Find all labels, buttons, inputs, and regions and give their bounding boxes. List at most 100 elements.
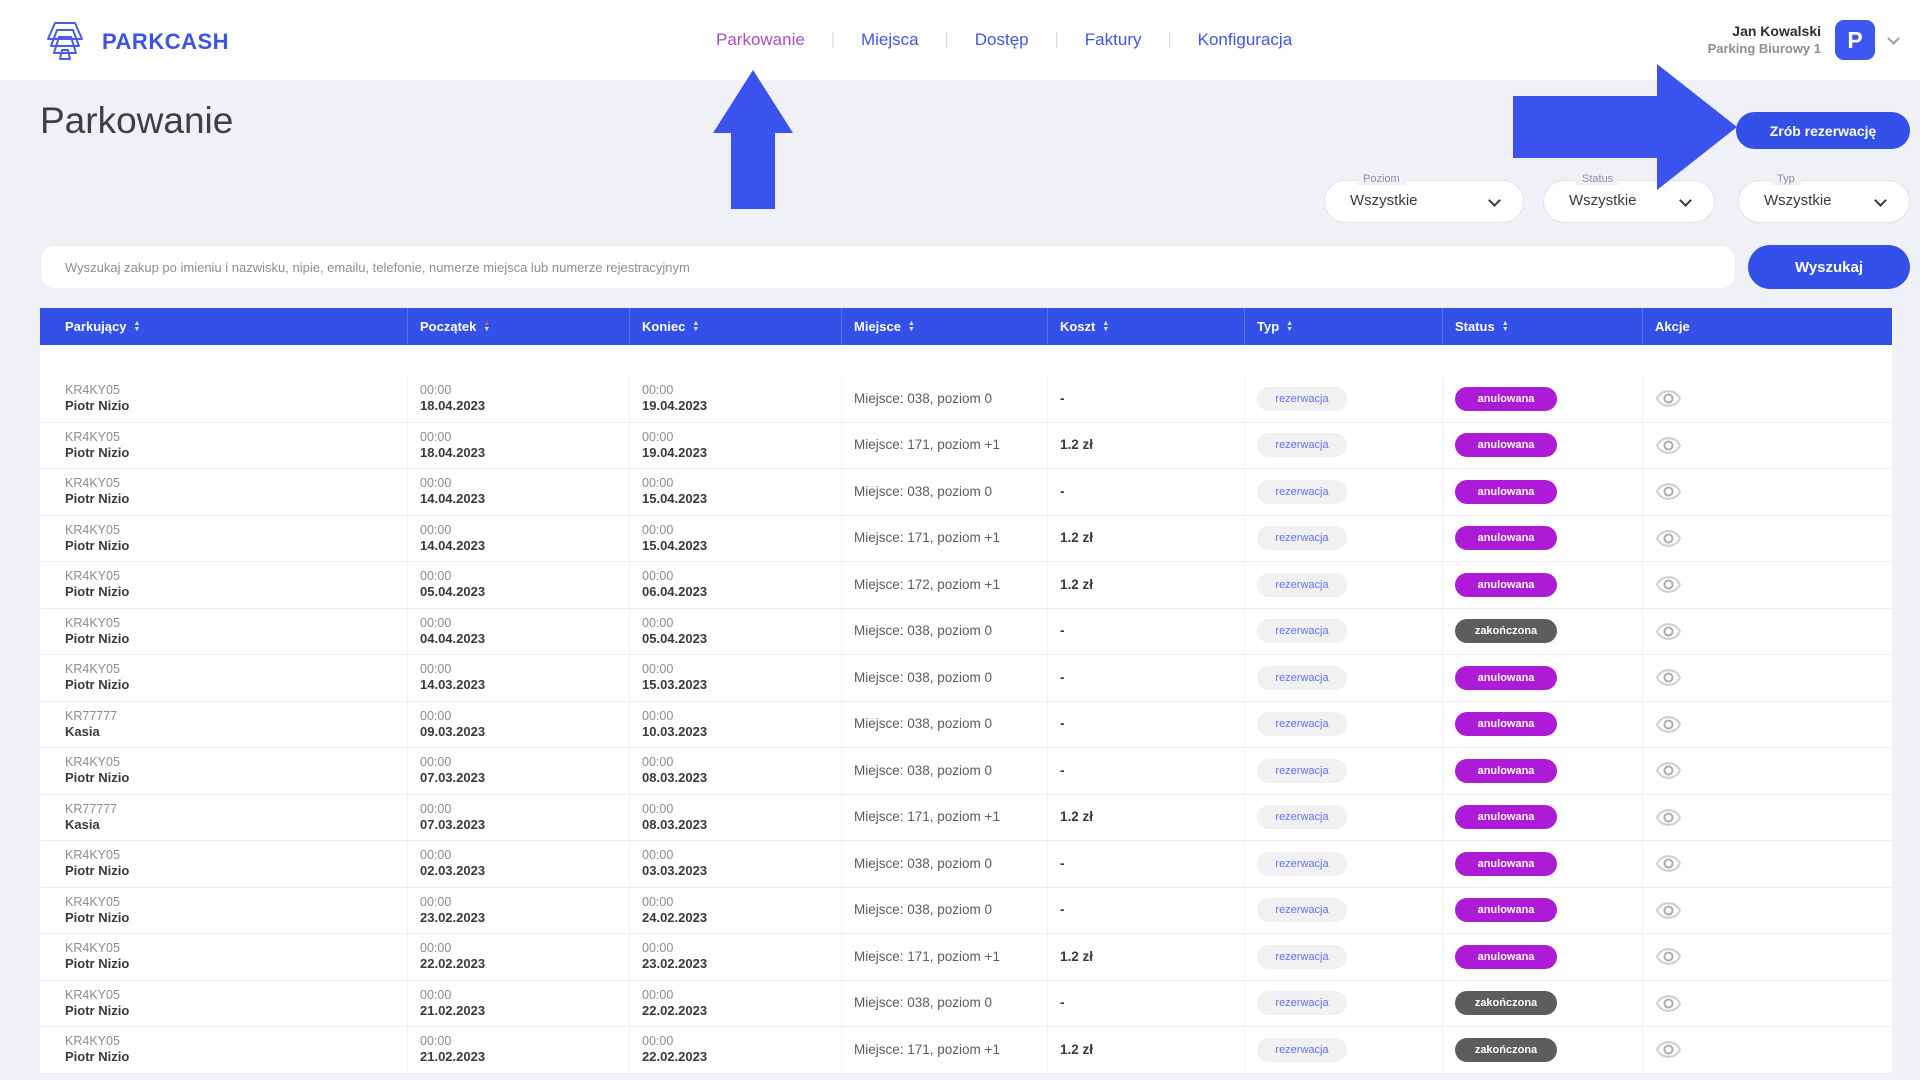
- column-header-pocztek[interactable]: Początek▲▼: [408, 308, 630, 345]
- view-details-eye-icon[interactable]: [1655, 897, 1685, 924]
- make-reservation-button[interactable]: Zrób rezerwację: [1736, 112, 1910, 149]
- parking-table: Parkujący▲▼Początek▲▼Koniec▲▼Miejsce▲▼Ko…: [40, 308, 1892, 1074]
- parkcash-logo-icon: [40, 17, 90, 66]
- filter-label: Poziom: [1357, 173, 1406, 185]
- cell-akcje: [1643, 981, 1892, 1027]
- cell-akcje: [1643, 702, 1892, 748]
- cell-koszt: -: [1048, 748, 1245, 794]
- view-details-eye-icon[interactable]: [1655, 711, 1685, 738]
- cell-status: anulowana: [1443, 702, 1643, 748]
- nav-item-miejsca[interactable]: Miejsca: [835, 30, 945, 50]
- column-header-status[interactable]: Status▲▼: [1443, 308, 1643, 345]
- cell-poczatek: 00:0022.02.2023: [408, 934, 630, 980]
- view-details-eye-icon[interactable]: [1655, 757, 1685, 784]
- cell-akcje: [1643, 562, 1892, 608]
- nav-item-dostp[interactable]: Dostęp: [949, 30, 1055, 50]
- cell-parkujacy: KR4KY05Piotr Nizio: [40, 516, 408, 562]
- cell-typ: rezerwacja: [1245, 609, 1443, 655]
- view-details-eye-icon[interactable]: [1655, 385, 1685, 412]
- type-badge: rezerwacja: [1257, 1038, 1347, 1062]
- search-button[interactable]: Wyszukaj: [1748, 245, 1910, 289]
- nav-item-parkowanie[interactable]: Parkowanie: [690, 30, 831, 50]
- view-details-eye-icon[interactable]: [1655, 990, 1685, 1017]
- chevron-down-icon: [1679, 194, 1692, 207]
- cell-koszt: -: [1048, 702, 1245, 748]
- sort-icon: ▲▼: [1502, 321, 1509, 333]
- nav-item-konfiguracja[interactable]: Konfiguracja: [1172, 30, 1319, 50]
- cell-koszt: -: [1048, 655, 1245, 701]
- type-badge: rezerwacja: [1257, 945, 1347, 969]
- status-badge: anulowana: [1455, 852, 1557, 876]
- cell-status: anulowana: [1443, 469, 1643, 515]
- cell-akcje: [1643, 655, 1892, 701]
- cell-typ: rezerwacja: [1245, 841, 1443, 887]
- cell-koszt: -: [1048, 981, 1245, 1027]
- cell-koszt: -: [1048, 376, 1245, 422]
- cell-koniec: 00:0015.04.2023: [630, 469, 842, 515]
- page-title: Parkowanie: [40, 100, 233, 142]
- view-details-eye-icon[interactable]: [1655, 571, 1685, 598]
- cell-koniec: 00:0024.02.2023: [630, 888, 842, 934]
- column-header-miejsce[interactable]: Miejsce▲▼: [842, 308, 1048, 345]
- view-details-eye-icon[interactable]: [1655, 804, 1685, 831]
- view-details-eye-icon[interactable]: [1655, 478, 1685, 505]
- view-details-eye-icon[interactable]: [1655, 1036, 1685, 1063]
- cell-poczatek: 00:0014.03.2023: [408, 655, 630, 701]
- status-badge: anulowana: [1455, 573, 1557, 597]
- cell-koniec: 00:0003.03.2023: [630, 841, 842, 887]
- column-header-parkujcy[interactable]: Parkujący▲▼: [40, 308, 408, 345]
- column-header-typ[interactable]: Typ▲▼: [1245, 308, 1443, 345]
- cell-status: anulowana: [1443, 423, 1643, 469]
- view-details-eye-icon[interactable]: [1655, 850, 1685, 877]
- search-input[interactable]: [40, 245, 1736, 289]
- table-row: KR4KY05Piotr Nizio00:0014.04.202300:0015…: [40, 469, 1892, 516]
- table-row: KR4KY05Piotr Nizio00:0007.03.202300:0008…: [40, 748, 1892, 795]
- filter-label: Typ: [1771, 173, 1801, 185]
- brand[interactable]: PARKCASH: [40, 17, 229, 66]
- column-header-koniec[interactable]: Koniec▲▼: [630, 308, 842, 345]
- type-badge: rezerwacja: [1257, 387, 1347, 411]
- cell-poczatek: 00:0007.03.2023: [408, 795, 630, 841]
- table-row: KR4KY05Piotr Nizio00:0014.04.202300:0015…: [40, 516, 1892, 563]
- cell-status: anulowana: [1443, 655, 1643, 701]
- type-badge: rezerwacja: [1257, 619, 1347, 643]
- view-details-eye-icon[interactable]: [1655, 664, 1685, 691]
- cell-status: zakończona: [1443, 609, 1643, 655]
- cell-akcje: [1643, 469, 1892, 515]
- column-header-koszt[interactable]: Koszt▲▼: [1048, 308, 1245, 345]
- cell-koszt: 1.2 zł: [1048, 1027, 1245, 1073]
- filters-row: PoziomWszystkieStatusWszystkieTypWszystk…: [0, 180, 1920, 224]
- cell-miejsce: Miejsce: 038, poziom 0: [842, 981, 1048, 1027]
- type-badge: rezerwacja: [1257, 805, 1347, 829]
- table-header-row: Parkujący▲▼Początek▲▼Koniec▲▼Miejsce▲▼Ko…: [40, 308, 1892, 345]
- view-details-eye-icon[interactable]: [1655, 432, 1685, 459]
- cell-koszt: 1.2 zł: [1048, 795, 1245, 841]
- cell-poczatek: 00:0009.03.2023: [408, 702, 630, 748]
- view-details-eye-icon[interactable]: [1655, 943, 1685, 970]
- type-badge: rezerwacja: [1257, 898, 1347, 922]
- cell-akcje: [1643, 516, 1892, 562]
- view-details-eye-icon[interactable]: [1655, 525, 1685, 552]
- cell-parkujacy: KR4KY05Piotr Nizio: [40, 888, 408, 934]
- cell-parkujacy: KR4KY05Piotr Nizio: [40, 562, 408, 608]
- table-row: KR4KY05Piotr Nizio00:0018.04.202300:0019…: [40, 423, 1892, 470]
- sort-icon: ▲▼: [133, 321, 140, 333]
- status-badge: anulowana: [1455, 387, 1557, 411]
- cell-poczatek: 00:0007.03.2023: [408, 748, 630, 794]
- cell-koniec: 00:0008.03.2023: [630, 748, 842, 794]
- filter-select-typ[interactable]: TypWszystkie: [1738, 180, 1910, 223]
- cell-akcje: [1643, 609, 1892, 655]
- cell-parkujacy: KR4KY05Piotr Nizio: [40, 748, 408, 794]
- main-nav: Parkowanie|Miejsca|Dostęp|Faktury|Konfig…: [690, 0, 1318, 80]
- nav-item-faktury[interactable]: Faktury: [1059, 30, 1168, 50]
- chevron-down-icon[interactable]: [1887, 32, 1900, 45]
- cell-miejsce: Miejsce: 038, poziom 0: [842, 376, 1048, 422]
- filter-select-poziom[interactable]: PoziomWszystkie: [1324, 180, 1524, 223]
- cell-miejsce: Miejsce: 171, poziom +1: [842, 934, 1048, 980]
- table-row: KR4KY05Piotr Nizio00:0014.03.202300:0015…: [40, 655, 1892, 702]
- top-bar: PARKCASH Parkowanie|Miejsca|Dostęp|Faktu…: [0, 0, 1920, 80]
- cell-poczatek: 00:0004.04.2023: [408, 609, 630, 655]
- cell-parkujacy: KR4KY05Piotr Nizio: [40, 655, 408, 701]
- avatar[interactable]: P: [1835, 20, 1875, 60]
- view-details-eye-icon[interactable]: [1655, 618, 1685, 645]
